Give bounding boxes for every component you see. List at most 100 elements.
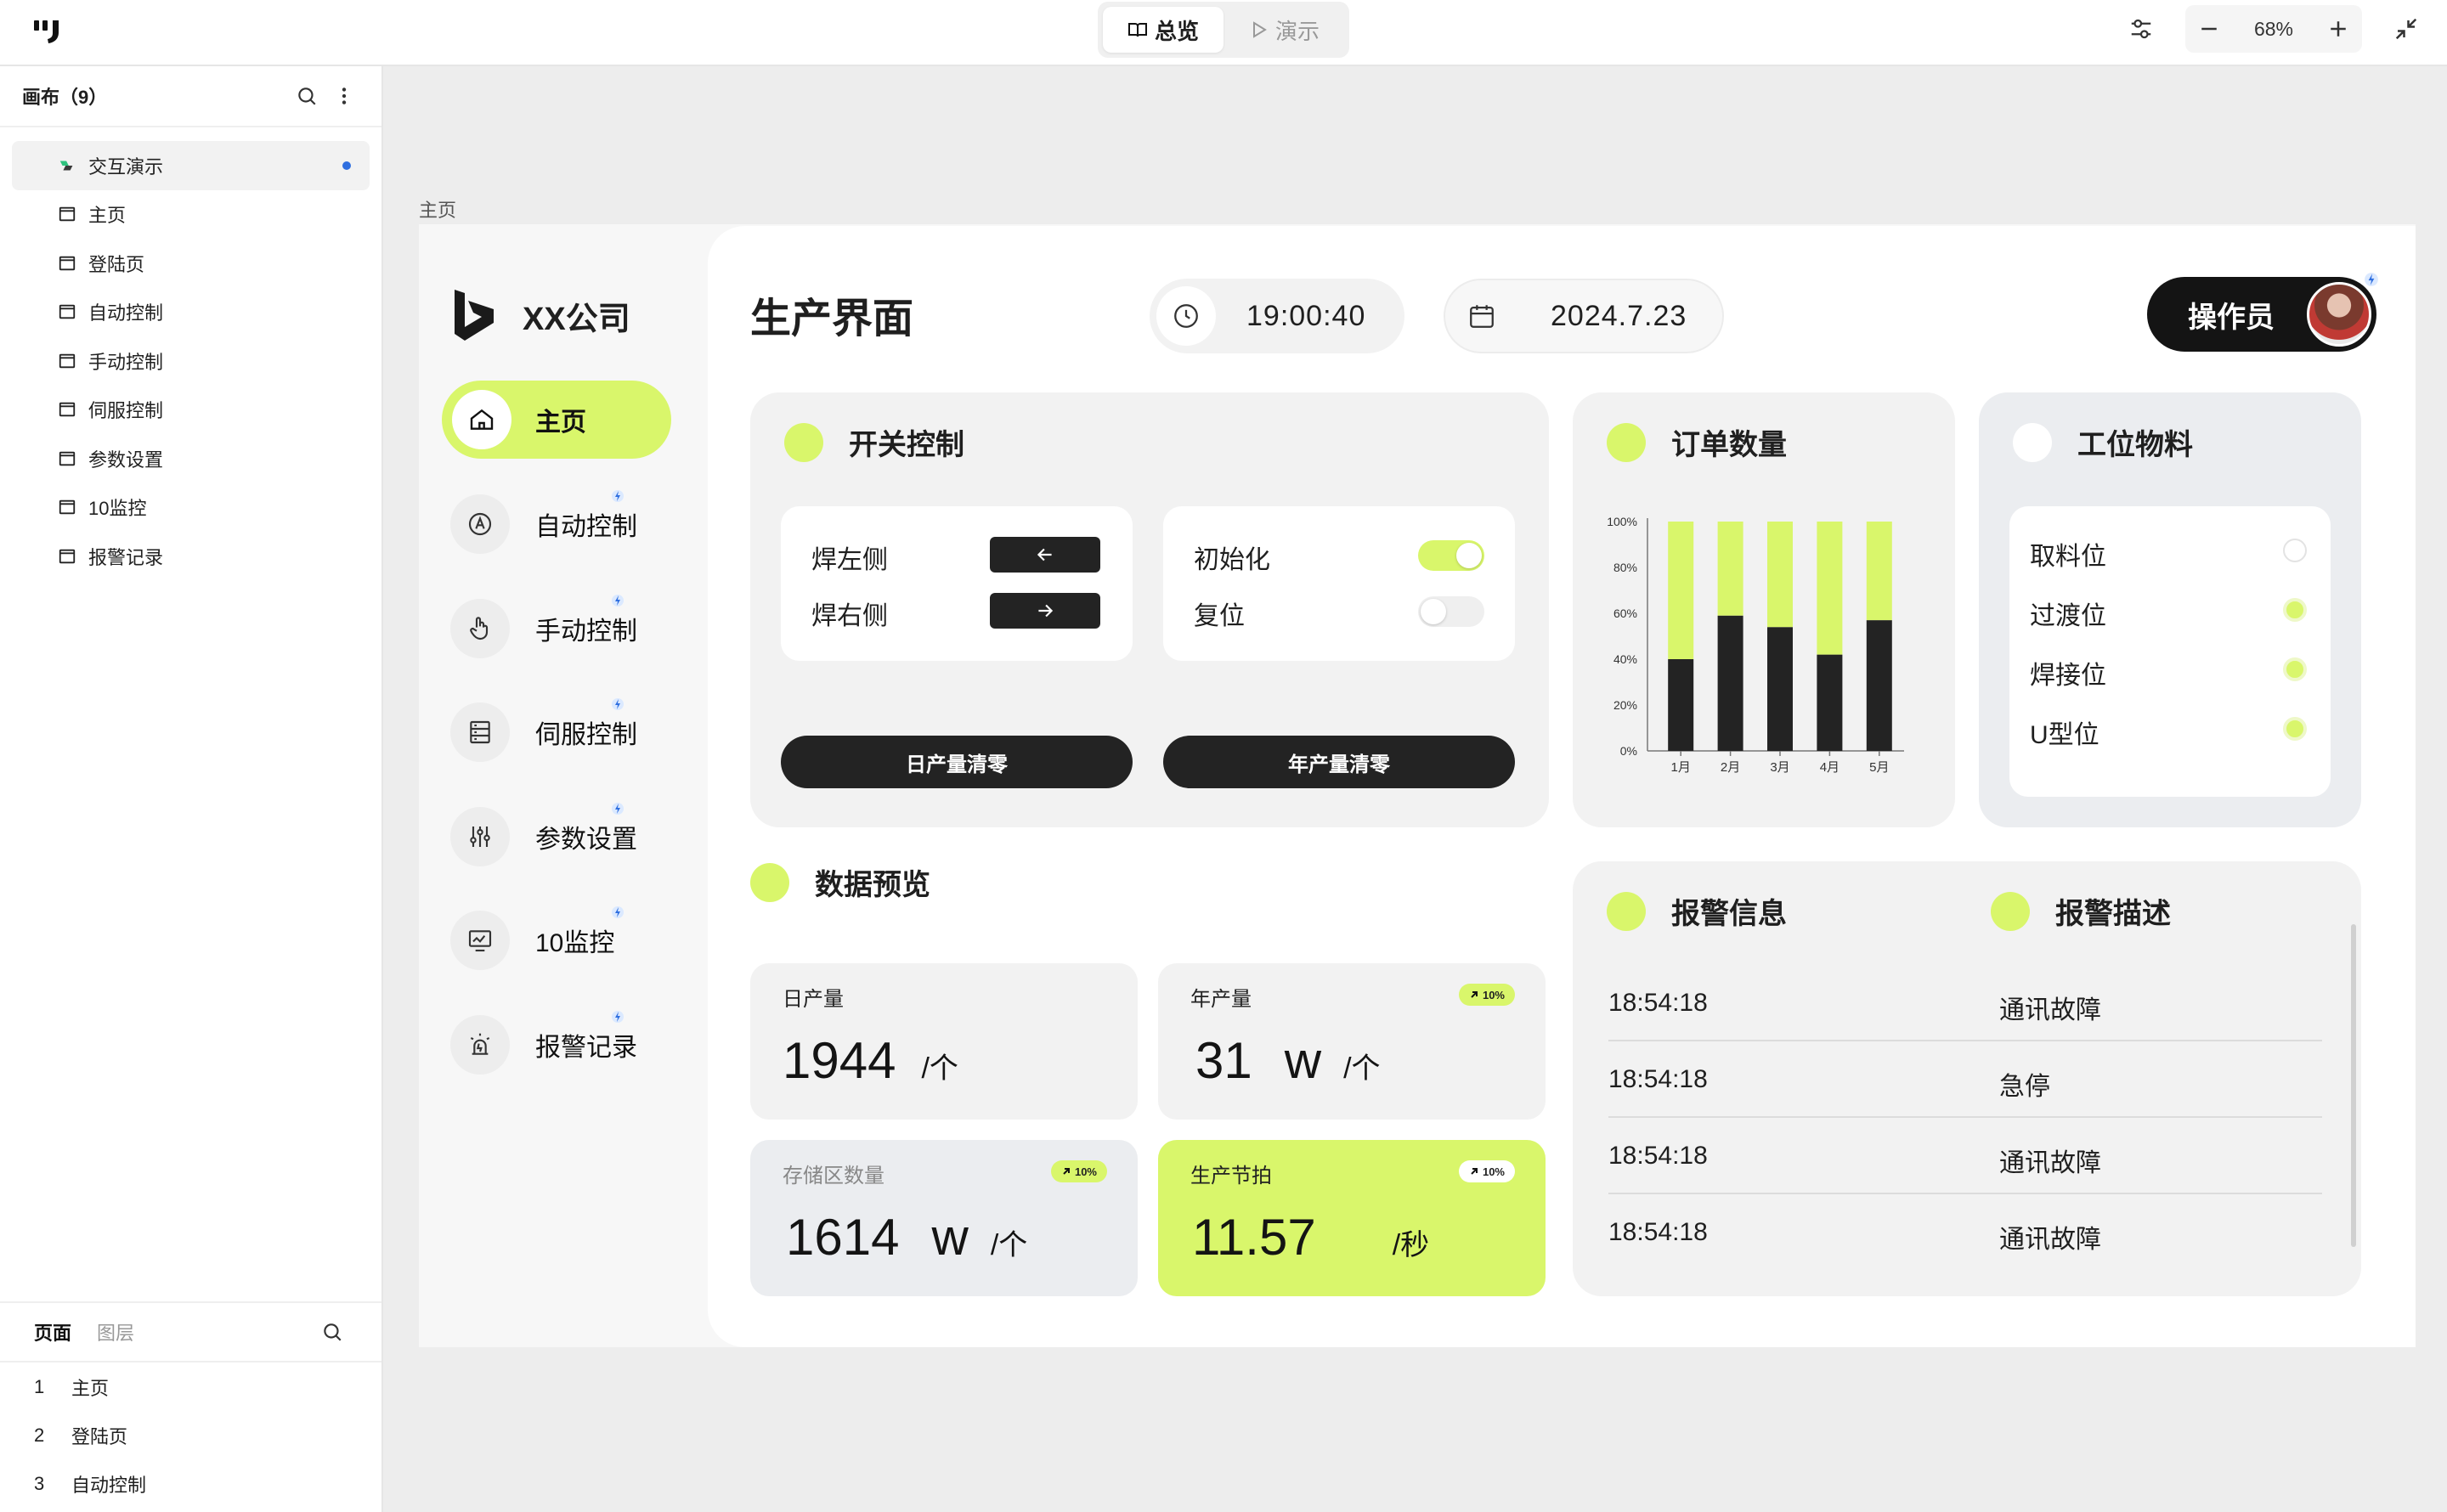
book-icon <box>1127 23 1147 37</box>
settings-button[interactable] <box>2117 5 2165 53</box>
clock-icon <box>1174 304 1198 328</box>
more-button[interactable] <box>329 81 359 111</box>
alarm-time: 18:54:18 <box>1608 1218 1708 1246</box>
nav-parameters[interactable]: 参数设置 <box>442 798 671 876</box>
weld-right-button[interactable] <box>990 593 1100 629</box>
alarm-row[interactable]: 18:54:18 通讯故障 <box>1608 1194 2322 1271</box>
zoom-out-button[interactable] <box>2185 5 2233 53</box>
init-toggle[interactable] <box>1418 540 1484 571</box>
tree-item-io-monitor[interactable]: 10监控 <box>0 483 381 533</box>
tree-item-alarm-log[interactable]: 报警记录 <box>0 532 381 581</box>
tree-item-login[interactable]: 登陆页 <box>0 239 381 288</box>
tree-item-manual-control[interactable]: 手动控制 <box>0 336 381 386</box>
tree-item-servo-control[interactable]: 伺服控制 <box>0 386 381 435</box>
interaction-bolt-icon <box>612 803 624 815</box>
tree-item-label: 交互演示 <box>88 155 164 178</box>
page-icon <box>59 353 76 368</box>
alarm-desc: 急停 <box>1999 1073 2050 1101</box>
tree-item-auto-control[interactable]: 自动控制 <box>0 288 381 337</box>
nav-home[interactable]: 主页 <box>442 381 671 459</box>
nav-servo-control[interactable]: 伺服控制 <box>442 693 671 771</box>
arrow-left-icon <box>1037 548 1052 561</box>
tree-item-label: 主页 <box>88 205 127 227</box>
page-icon <box>59 256 76 270</box>
tree-item-home[interactable]: 主页 <box>0 190 381 240</box>
tree-item-interaction[interactable]: 交互演示 <box>12 141 370 190</box>
alarm-icon <box>470 1033 490 1055</box>
material-label: 取料位 <box>2030 543 2106 571</box>
x-tick-label: 2月 <box>1721 760 1740 775</box>
card-title-text: 工位物料 <box>2077 429 2193 461</box>
status-dot <box>1991 891 2030 931</box>
nav-manual-control[interactable]: 手动控制 <box>442 590 671 668</box>
reset-toggle[interactable] <box>1418 596 1484 627</box>
collapse-button[interactable] <box>2382 5 2430 53</box>
x-tick-label: 3月 <box>1770 760 1789 775</box>
nav-alarm-log[interactable]: 报警记录 <box>442 1006 671 1084</box>
stat-value-line: 1614 w/个 <box>786 1208 1027 1267</box>
tree-item-parameters[interactable]: 参数设置 <box>0 434 381 483</box>
stat-unit: /秒 <box>1392 1229 1430 1261</box>
init-reset-box: 初始化 复位 <box>1163 506 1515 661</box>
nav-label: 10监控 <box>535 929 615 957</box>
alarm-desc: 通讯故障 <box>1999 1226 2101 1254</box>
page-icon <box>59 549 76 563</box>
alarm-row[interactable]: 18:54:18 通讯故障 <box>1608 965 2322 1041</box>
nav-label: 手动控制 <box>535 618 637 646</box>
alarm-time: 18:54:18 <box>1608 1065 1708 1093</box>
artboard-frame[interactable]: XX公司 主页 自动控制 手动控制 伺服控制 参数设置 10监控 报警记录 生产… <box>419 224 2416 1347</box>
alarm-row[interactable]: 18:54:18 急停 <box>1608 1041 2322 1118</box>
badge-text: 10% <box>1482 1165 1505 1178</box>
search-pages-button[interactable] <box>317 1317 348 1347</box>
toggle-knob <box>1456 543 1482 568</box>
alarm-scrollbar[interactable] <box>2351 924 2356 1247</box>
demo-tab[interactable]: 演示 <box>1224 7 1344 53</box>
unsaved-dot <box>342 161 351 170</box>
material-card: 工位物料 取料位 过渡位 焊接位 U型位 <box>1979 392 2361 827</box>
page-list-item[interactable]: 3 自动控制 <box>0 1459 381 1508</box>
nav-io-monitor[interactable]: 10监控 <box>442 901 671 979</box>
canvas-title: 画布（9） <box>22 87 108 108</box>
stat-value: 11.57 <box>1192 1209 1316 1266</box>
page-name: 自动控制 <box>71 1474 147 1496</box>
year-reset-button[interactable]: 年产量清零 <box>1163 736 1515 788</box>
material-label: 焊接位 <box>2030 662 2106 690</box>
alarm-row[interactable]: 18:54:18 通讯故障 <box>1608 1118 2322 1194</box>
x-tick-label: 1月 <box>1671 760 1691 775</box>
zoom-level[interactable]: 68% <box>2233 18 2314 41</box>
switch-control-card: 开关控制 焊左侧 焊右侧 初始化 复位 日产量清零 年产量清零 <box>750 392 1549 827</box>
weld-left-button[interactable] <box>990 537 1100 573</box>
day-reset-button[interactable]: 日产量清零 <box>781 736 1133 788</box>
status-dot <box>750 862 789 902</box>
stat-unit: /个 <box>921 1052 958 1085</box>
sliders-icon <box>470 827 490 847</box>
alarm-time: 18:54:18 <box>1608 1142 1708 1170</box>
material-label: U型位 <box>2030 721 2099 749</box>
search-button[interactable] <box>291 81 322 111</box>
canvas-header: 画布（9） <box>0 66 381 127</box>
calendar-icon <box>1470 305 1494 328</box>
tree-item-label: 参数设置 <box>88 449 164 471</box>
frame-label[interactable]: 主页 <box>419 195 456 223</box>
page-list-item[interactable]: 2 登陆页 <box>0 1411 381 1459</box>
overview-tab[interactable]: 总览 <box>1103 7 1224 53</box>
tab-layers[interactable]: 图层 <box>97 1318 134 1346</box>
tab-pages[interactable]: 页面 <box>34 1318 71 1346</box>
zoom-in-button[interactable] <box>2314 5 2362 53</box>
y-tick-label: 20% <box>1613 698 1637 712</box>
plus-icon <box>2331 21 2346 37</box>
left-panel: 画布（9） 交互演示 主页 登陆页 自动控制 手动控制 伺服控制 参数设置 10… <box>0 66 383 1512</box>
minus-icon <box>2201 27 2217 31</box>
page-number: 2 <box>34 1424 45 1446</box>
stat-w: w <box>931 1209 969 1266</box>
interaction-bolt-icon <box>612 906 624 918</box>
operator-button[interactable]: 操作员 <box>2147 273 2378 352</box>
arrow-right-icon <box>1038 604 1054 618</box>
app-logo-icon[interactable] <box>32 19 66 46</box>
y-tick-label: 40% <box>1613 652 1637 666</box>
nav-label: 参数设置 <box>535 826 637 854</box>
material-row: 过渡位 <box>2009 584 2331 635</box>
nav-label: 自动控制 <box>535 513 637 541</box>
nav-auto-control[interactable]: 自动控制 <box>442 485 671 563</box>
page-list-item[interactable]: 1 主页 <box>0 1362 381 1411</box>
